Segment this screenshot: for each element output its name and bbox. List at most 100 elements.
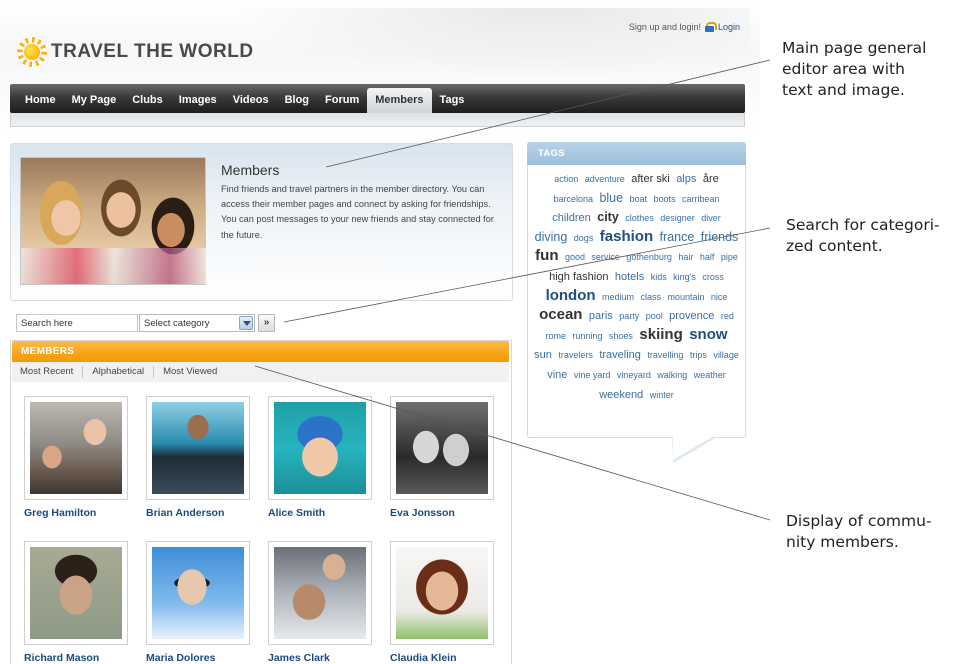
sort-alphabetical[interactable]: Alphabetical bbox=[92, 366, 155, 378]
sort-most-recent[interactable]: Most Recent bbox=[20, 366, 84, 378]
tag-link[interactable]: rome bbox=[545, 331, 566, 341]
tag-link[interactable]: kids bbox=[651, 272, 667, 282]
member-photo[interactable] bbox=[146, 396, 250, 500]
tag-link[interactable]: walking bbox=[657, 370, 687, 380]
tag-link[interactable]: barcelona bbox=[553, 194, 593, 204]
tag-link[interactable]: skiing bbox=[639, 326, 682, 343]
tag-link[interactable]: shoes bbox=[609, 331, 633, 341]
tag-link[interactable]: boots bbox=[654, 194, 676, 204]
tag-link[interactable]: blue bbox=[599, 191, 623, 205]
tag-link[interactable]: adventure bbox=[585, 174, 625, 184]
tag-link[interactable]: trips bbox=[690, 350, 707, 360]
tag-link[interactable]: vine bbox=[547, 369, 567, 381]
login-bar: Sign up and login! Login bbox=[600, 22, 740, 32]
tag-link[interactable]: traveling bbox=[599, 349, 641, 361]
tag-link[interactable]: dogs bbox=[574, 233, 594, 243]
tag-link[interactable]: weekend bbox=[599, 389, 643, 401]
member-name[interactable]: Claudia Klein bbox=[390, 652, 457, 664]
member-photo[interactable] bbox=[268, 541, 372, 645]
member-name[interactable]: Alice Smith bbox=[268, 507, 325, 519]
tag-link[interactable]: clothes bbox=[625, 213, 654, 223]
member-name[interactable]: Brian Anderson bbox=[146, 507, 224, 519]
nav-item-videos[interactable]: Videos bbox=[225, 84, 277, 113]
tag-link[interactable]: cross bbox=[702, 272, 724, 282]
tag-link[interactable]: boat bbox=[630, 194, 648, 204]
member-photo[interactable] bbox=[268, 396, 372, 500]
tag-link[interactable]: provence bbox=[669, 310, 714, 322]
sun-icon bbox=[17, 37, 47, 67]
tag-link[interactable]: åre bbox=[703, 173, 719, 185]
tag-link[interactable]: red bbox=[721, 311, 734, 321]
tag-link[interactable]: vineyard bbox=[617, 370, 651, 380]
search-go-button[interactable]: » bbox=[258, 314, 275, 332]
member-name[interactable]: Greg Hamilton bbox=[24, 507, 96, 519]
tag-link[interactable]: france bbox=[660, 230, 695, 244]
nav-item-home[interactable]: Home bbox=[17, 84, 64, 113]
tag-link[interactable]: medium bbox=[602, 292, 634, 302]
member-name[interactable]: Maria Dolores bbox=[146, 652, 215, 664]
tag-link[interactable]: fun bbox=[535, 247, 558, 264]
tag-link[interactable]: after ski bbox=[631, 173, 670, 185]
nav-item-blog[interactable]: Blog bbox=[277, 84, 317, 113]
tag-link[interactable]: children bbox=[552, 212, 591, 224]
tag-link[interactable]: hair bbox=[678, 252, 693, 262]
tag-link[interactable]: carribean bbox=[682, 194, 720, 204]
member-photo[interactable] bbox=[24, 396, 128, 500]
search-input[interactable]: Search here bbox=[16, 314, 138, 332]
tag-link[interactable]: good bbox=[565, 252, 585, 262]
tag-link[interactable]: service bbox=[591, 252, 620, 262]
nav-item-tags[interactable]: Tags bbox=[432, 84, 473, 113]
tag-link[interactable]: party bbox=[619, 311, 639, 321]
tag-link[interactable]: pipe bbox=[721, 252, 738, 262]
member-name[interactable]: Eva Jonsson bbox=[390, 507, 455, 519]
tag-link[interactable]: hotels bbox=[615, 271, 644, 283]
tag-link[interactable]: half bbox=[700, 252, 715, 262]
tag-link[interactable]: pool bbox=[646, 311, 663, 321]
site-logo[interactable]: TRAVEL THE WORLD bbox=[17, 37, 254, 67]
tag-link[interactable]: travelers bbox=[558, 350, 593, 360]
tag-link[interactable]: action bbox=[554, 174, 578, 184]
main-nav: Home My Page Clubs Images Videos Blog Fo… bbox=[10, 84, 745, 113]
login-link[interactable]: Login bbox=[718, 22, 740, 32]
tag-link[interactable]: diver bbox=[701, 213, 721, 223]
member-photo[interactable] bbox=[390, 396, 494, 500]
member-name[interactable]: James Clark bbox=[268, 652, 330, 664]
tag-link[interactable]: alps bbox=[676, 173, 696, 185]
tag-link[interactable]: fashion bbox=[600, 228, 653, 245]
tag-link[interactable]: nice bbox=[711, 292, 728, 302]
tag-link[interactable]: travelling bbox=[647, 350, 683, 360]
tag-link[interactable]: village bbox=[713, 350, 739, 360]
nav-item-forum[interactable]: Forum bbox=[317, 84, 367, 113]
tag-link[interactable]: winter bbox=[650, 390, 674, 400]
member-photo[interactable] bbox=[390, 541, 494, 645]
tag-link[interactable]: high fashion bbox=[549, 271, 608, 283]
chevron-down-icon[interactable] bbox=[239, 316, 253, 330]
tag-link[interactable]: running bbox=[572, 331, 602, 341]
members-header: MEMBERS bbox=[12, 341, 509, 362]
tag-link[interactable]: mountain bbox=[667, 292, 704, 302]
tag-link[interactable]: gothenburg bbox=[626, 252, 672, 262]
tag-link[interactable]: king's bbox=[673, 272, 696, 282]
nav-item-my-page[interactable]: My Page bbox=[64, 84, 125, 113]
nav-item-clubs[interactable]: Clubs bbox=[124, 84, 171, 113]
tag-link[interactable]: snow bbox=[689, 326, 727, 343]
tag-link[interactable]: class bbox=[640, 292, 661, 302]
nav-item-images[interactable]: Images bbox=[171, 84, 225, 113]
tag-link[interactable]: ocean bbox=[539, 306, 582, 323]
tag-link[interactable]: vine yard bbox=[574, 370, 611, 380]
tag-link[interactable]: city bbox=[597, 210, 619, 224]
tag-link[interactable]: london bbox=[546, 287, 596, 304]
tag-link[interactable]: paris bbox=[589, 310, 613, 322]
member-photo[interactable] bbox=[146, 541, 250, 645]
tag-link[interactable]: weather bbox=[694, 370, 726, 380]
tag-link[interactable]: friends bbox=[701, 230, 739, 244]
member-photo[interactable] bbox=[24, 541, 128, 645]
category-select[interactable]: Select category bbox=[139, 314, 255, 332]
annotation-members: Display of commu- nity members. bbox=[786, 511, 932, 553]
tag-link[interactable]: designer bbox=[660, 213, 695, 223]
nav-item-members[interactable]: Members bbox=[367, 88, 432, 113]
sort-most-viewed[interactable]: Most Viewed bbox=[163, 366, 226, 378]
tag-link[interactable]: sun bbox=[534, 349, 552, 361]
tag-link[interactable]: diving bbox=[535, 230, 568, 244]
member-name[interactable]: Richard Mason bbox=[24, 652, 99, 664]
